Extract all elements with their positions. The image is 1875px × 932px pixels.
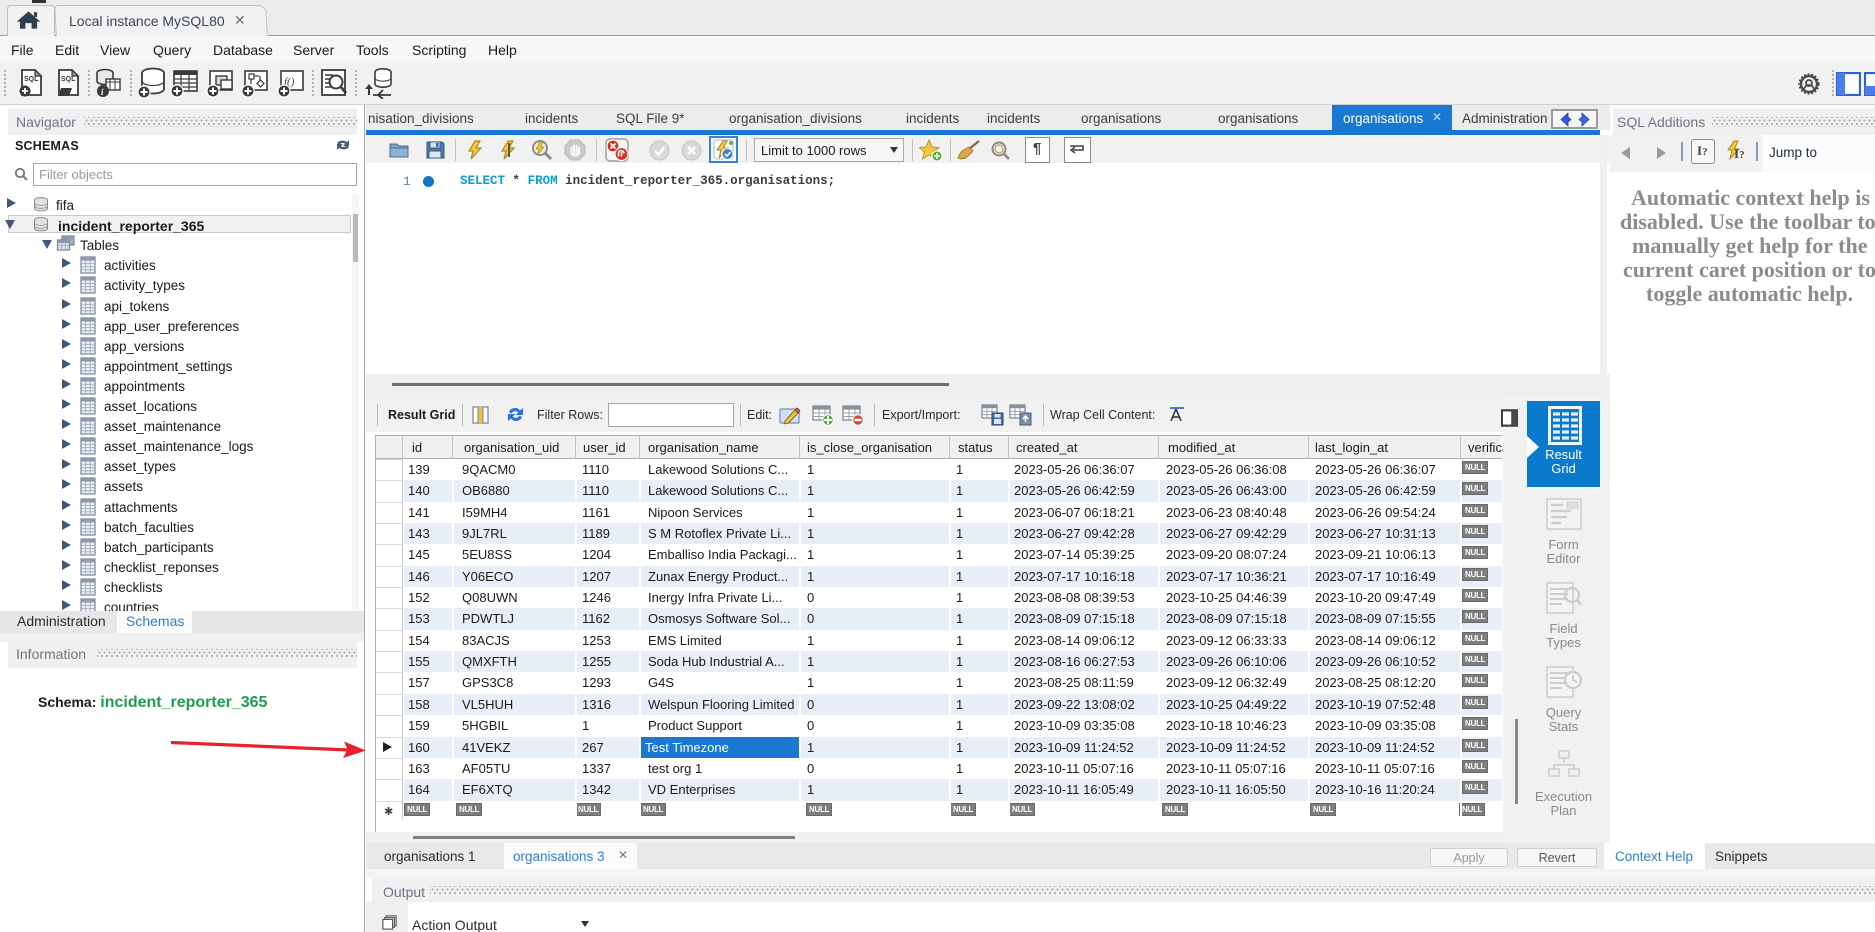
svg-text:SQL: SQL xyxy=(24,76,39,83)
svg-text:SQL: SQL xyxy=(61,76,76,83)
